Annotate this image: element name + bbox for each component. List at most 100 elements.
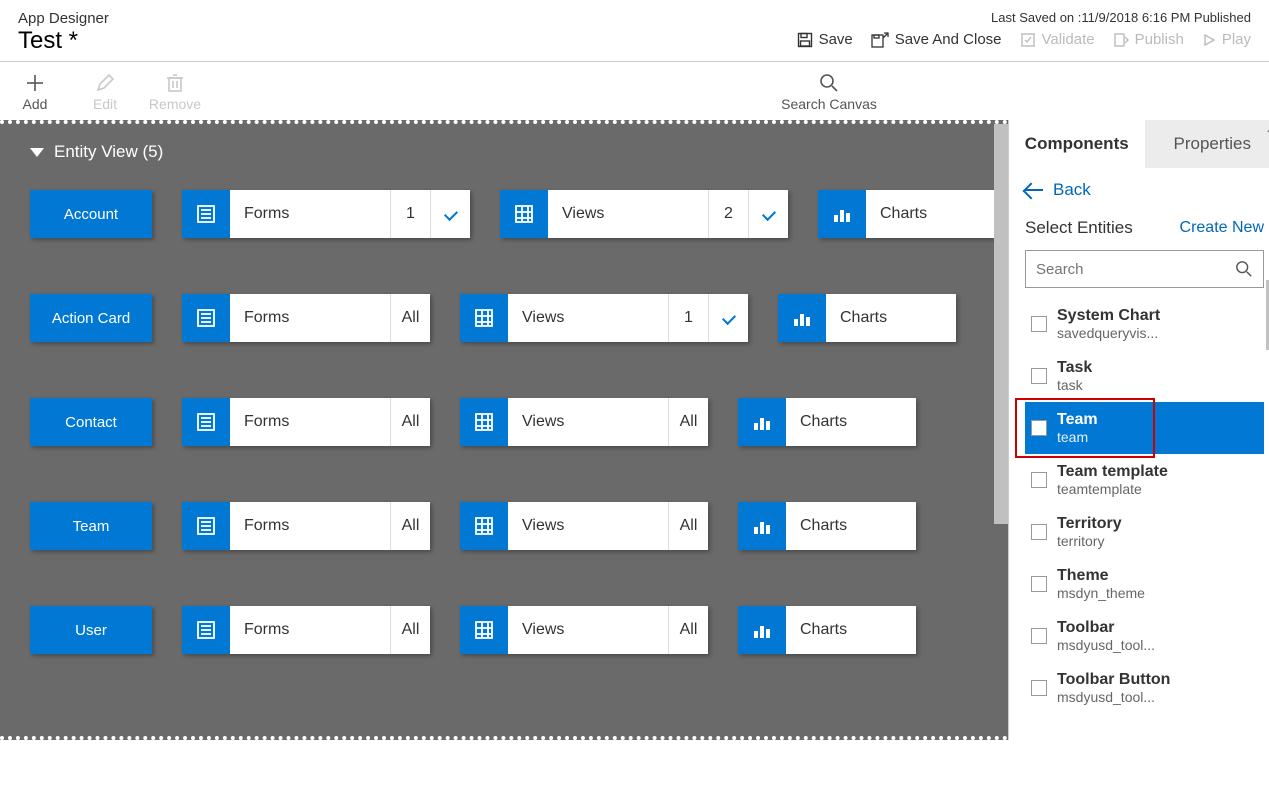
charts-icon [738, 606, 786, 654]
forms-icon [182, 398, 230, 446]
entity-view-header[interactable]: Entity View (5) [30, 142, 996, 162]
entity-list-item[interactable]: Territory territory [1025, 506, 1264, 558]
card-views[interactable]: Views 2 [500, 190, 788, 238]
card-views[interactable]: Views All [460, 502, 708, 550]
entity-subname: msdyusd_tool... [1057, 689, 1170, 706]
checkbox[interactable] [1031, 316, 1047, 332]
card-views[interactable]: Views 1 [460, 294, 748, 342]
card-label: Forms [230, 398, 390, 446]
tab-properties[interactable]: Properties [1145, 120, 1269, 168]
checkbox[interactable] [1031, 472, 1047, 488]
card-forms[interactable]: Forms All [182, 294, 430, 342]
chevron-down-icon [761, 207, 775, 221]
edit-label: Edit [93, 96, 117, 112]
toolbar: Add Edit Remove Search Canvas [0, 62, 1269, 120]
card-forms[interactable]: Forms All [182, 606, 430, 654]
card-label: Forms [230, 606, 390, 654]
save-icon [797, 32, 813, 48]
checkbox[interactable]: ✔ [1031, 420, 1047, 436]
checkbox[interactable] [1031, 368, 1047, 384]
entity-subname: msdyn_theme [1057, 585, 1145, 602]
entity-tile[interactable]: Account [30, 190, 152, 238]
card-charts[interactable]: Charts [738, 398, 916, 446]
entity-list-item[interactable]: Task task [1025, 350, 1264, 402]
card-count: All [668, 502, 708, 550]
views-icon [460, 606, 508, 654]
chevron-down-icon [721, 311, 735, 325]
plus-icon [25, 70, 45, 96]
card-count: All [390, 502, 430, 550]
card-charts[interactable]: Charts [738, 606, 916, 654]
entity-list-item[interactable]: Theme msdyn_theme [1025, 558, 1264, 610]
entity-list-item[interactable]: Toolbar msdyusd_tool... [1025, 610, 1264, 662]
card-forms[interactable]: Forms All [182, 502, 430, 550]
publish-button[interactable]: Publish [1113, 31, 1184, 48]
remove-label: Remove [149, 96, 201, 112]
search-canvas-button[interactable]: Search Canvas [729, 70, 929, 112]
charts-icon [738, 502, 786, 550]
last-saved-status: Last Saved on :11/9/2018 6:16 PM Publish… [797, 10, 1251, 25]
entity-subname: teamtemplate [1057, 481, 1168, 498]
card-count: 1 [668, 294, 708, 342]
app-title: App Designer [18, 10, 109, 27]
add-button[interactable]: Add [0, 70, 70, 112]
entity-list-item[interactable]: System Chart savedqueryvis... [1025, 298, 1264, 350]
tab-components[interactable]: Components [1009, 120, 1145, 168]
entity-tile[interactable]: Action Card [30, 294, 152, 342]
save-close-label: Save And Close [895, 31, 1002, 48]
save-button[interactable]: Save [797, 31, 853, 48]
checkbox[interactable] [1031, 576, 1047, 592]
entity-tile[interactable]: Team [30, 502, 152, 550]
play-icon [1202, 33, 1216, 47]
card-dropdown[interactable] [748, 190, 788, 238]
card-forms[interactable]: Forms All [182, 398, 430, 446]
views-icon [460, 502, 508, 550]
card-charts[interactable]: Charts [778, 294, 956, 342]
edit-button[interactable]: Edit [70, 70, 140, 112]
chevron-down-icon [443, 207, 457, 221]
entity-search-box[interactable] [1025, 250, 1264, 288]
card-views[interactable]: Views All [460, 606, 708, 654]
card-charts[interactable]: Charts [738, 502, 916, 550]
charts-icon [778, 294, 826, 342]
forms-icon [182, 502, 230, 550]
entity-tile[interactable]: Contact [30, 398, 152, 446]
card-label: Charts [786, 606, 916, 654]
entity-search-input[interactable] [1036, 261, 1235, 278]
publish-label: Publish [1135, 31, 1184, 48]
checkbox[interactable] [1031, 524, 1047, 540]
card-label: Forms [230, 190, 390, 238]
play-label: Play [1222, 31, 1251, 48]
play-button[interactable]: Play [1202, 31, 1251, 48]
entity-row: User Forms All Views All Charts [30, 606, 996, 654]
validate-label: Validate [1042, 31, 1095, 48]
save-and-close-button[interactable]: Save And Close [871, 31, 1002, 48]
views-icon [460, 398, 508, 446]
checkbox[interactable] [1031, 680, 1047, 696]
card-dropdown[interactable] [708, 294, 748, 342]
save-close-icon [871, 32, 889, 48]
card-label: Charts [826, 294, 956, 342]
checkbox[interactable] [1031, 628, 1047, 644]
create-new-link[interactable]: Create New [1180, 219, 1264, 237]
card-views[interactable]: Views All [460, 398, 708, 446]
card-count: All [390, 606, 430, 654]
card-charts[interactable]: Charts [818, 190, 996, 238]
validate-button[interactable]: Validate [1020, 31, 1095, 48]
entity-name: System Chart [1057, 306, 1160, 325]
card-count: All [668, 606, 708, 654]
canvas-scrollbar[interactable] [994, 124, 1008, 524]
trash-icon [166, 70, 184, 96]
card-label: Views [548, 190, 708, 238]
entity-list-item[interactable]: ✔ Team team [1025, 402, 1264, 454]
entity-list-item[interactable]: Team template teamtemplate [1025, 454, 1264, 506]
remove-button[interactable]: Remove [140, 70, 210, 112]
entity-tile[interactable]: User [30, 606, 152, 654]
card-count: All [668, 398, 708, 446]
back-link[interactable]: Back [1025, 180, 1264, 200]
forms-icon [182, 190, 230, 238]
card-forms[interactable]: Forms 1 [182, 190, 470, 238]
card-dropdown[interactable] [430, 190, 470, 238]
side-panel: Components Properties Back Select Entiti… [1008, 120, 1269, 740]
entity-list-item[interactable]: Toolbar Button msdyusd_tool... [1025, 662, 1264, 714]
